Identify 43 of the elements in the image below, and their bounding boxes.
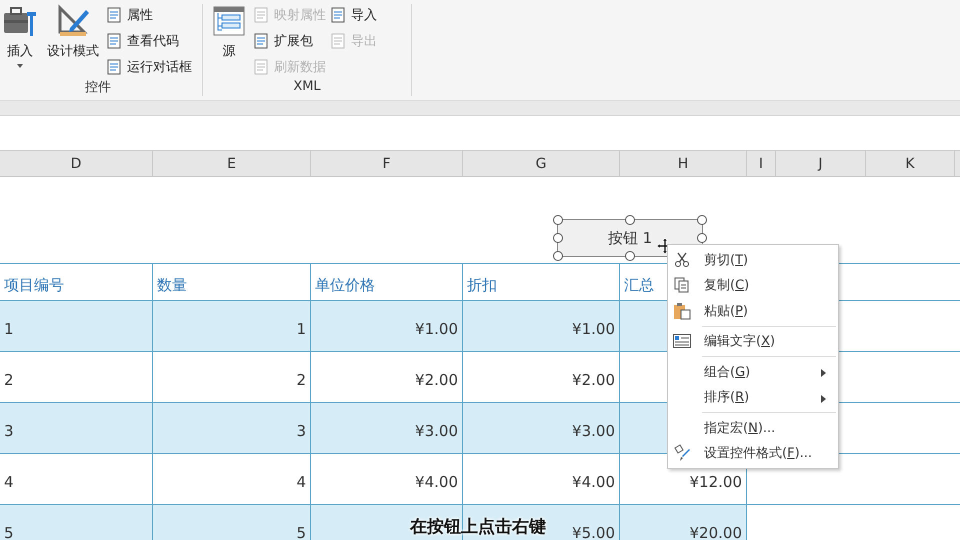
column-header[interactable]: G (463, 151, 620, 176)
table-cell: 1 (153, 301, 311, 351)
column-header[interactable]: J (776, 151, 866, 176)
group-label: XML (292, 79, 322, 96)
column-header[interactable]: D (0, 151, 153, 176)
table-cell: ¥4.00 (311, 454, 463, 504)
ribbon-button[interactable]: 查看代码 (106, 30, 192, 52)
column-header[interactable]: H (620, 151, 747, 176)
menu-item[interactable]: 粘贴(P) (668, 298, 838, 324)
ribbon-button[interactable]: 插入 (0, 4, 40, 78)
ribbon-button[interactable]: 扩展包 (253, 30, 326, 52)
ribbon-button[interactable]: 设计模式 (44, 4, 102, 78)
menu-item[interactable]: 排序(R) (668, 384, 838, 410)
menu-item[interactable]: 编辑文字(X) (668, 328, 838, 354)
group-label: 控件 (84, 79, 112, 97)
table-cell: 4 (0, 454, 153, 504)
table-cell: ¥3.00 (463, 403, 620, 453)
column-header[interactable]: F (311, 151, 463, 176)
table-cell: ¥2.00 (311, 352, 463, 402)
table-cell: 1 (0, 301, 153, 351)
table-cell: ¥20.00 (620, 505, 747, 540)
table-cell: 4 (153, 454, 311, 504)
table-cell: ¥1.00 (311, 301, 463, 351)
ribbon-button[interactable]: 运行对话框 (106, 56, 192, 78)
table-cell: 3 (153, 403, 311, 453)
table-cell: ¥3.00 (311, 403, 463, 453)
table-cell: 2 (153, 352, 311, 402)
table-cell: ¥4.00 (463, 454, 620, 504)
column-header[interactable]: I (747, 151, 776, 176)
ribbon-button[interactable]: 导入 (330, 4, 377, 26)
table-cell: 5 (0, 505, 153, 540)
menu-item[interactable]: 指定宏(N)... (668, 415, 838, 440)
caption: 在按钮上点击右键 (410, 516, 546, 538)
ribbon-button[interactable]: 源 (209, 4, 249, 79)
column-header[interactable]: K (866, 151, 955, 176)
table-cell: ¥1.00 (463, 301, 620, 351)
table-cell: 5 (153, 505, 311, 540)
column-header[interactable]: E (153, 151, 311, 176)
ribbon-button[interactable]: 属性 (106, 4, 192, 26)
table-cell: ¥2.00 (463, 352, 620, 402)
table-cell: 2 (0, 352, 153, 402)
table-cell: 3 (0, 403, 153, 453)
menu-item[interactable]: 组合(G) (668, 359, 838, 384)
